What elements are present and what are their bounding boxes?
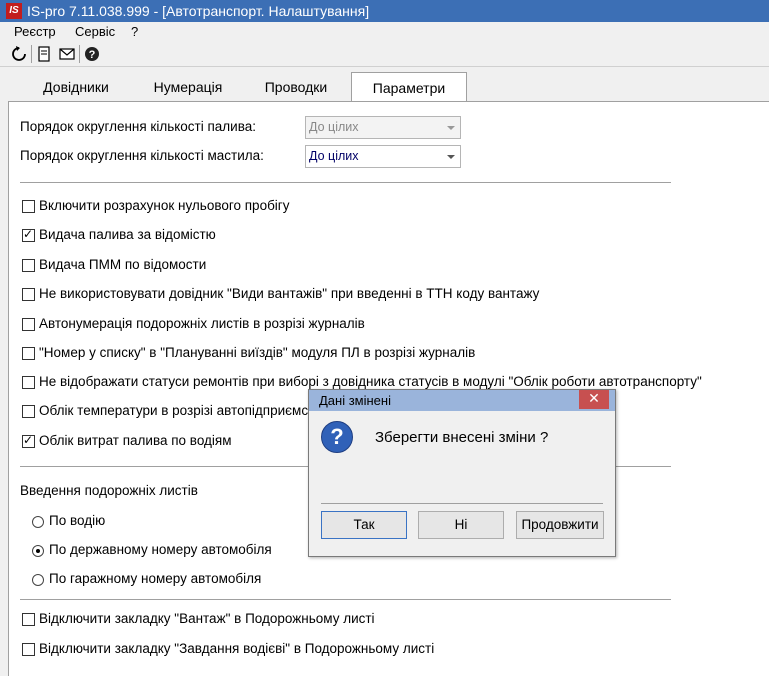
fuel-by-drivers-label: Облік витрат палива по водіям (39, 433, 232, 448)
hide-repair-statuses-label: Не відображати статуси ремонтів при вибо… (39, 374, 702, 389)
radio-by-garage-number[interactable] (32, 574, 44, 586)
radio-by-garage-number-label: По гаражному номеру автомобіля (49, 571, 262, 586)
question-icon: ? (321, 421, 353, 453)
fuel-by-statement-checkbox[interactable]: ✓ (22, 227, 35, 242)
tab-numbering[interactable]: Нумерація (136, 74, 240, 101)
window-title: IS-pro 7.11.038.999 - [Автотранспорт. На… (27, 3, 370, 19)
divider (20, 182, 671, 183)
check-icon: ✓ (23, 433, 34, 447)
radio-by-state-number-label: По державному номеру автомобіля (49, 542, 272, 557)
temperature-accounting-label: Облік температури в розрізі автопідприєм… (39, 403, 322, 418)
fuel-by-statement-label: Видача палива за відомістю (39, 227, 216, 242)
dialog-divider (321, 503, 603, 504)
divider (20, 599, 671, 600)
no-cargo-types-label: Не використовувати довідник "Види вантаж… (39, 286, 540, 301)
continue-button[interactable]: Продовжити (516, 511, 604, 539)
radio-by-driver-label: По водію (49, 513, 106, 528)
waybill-entry-label: Введення подорожніх листів (20, 483, 198, 498)
radio-by-driver[interactable] (32, 516, 44, 528)
refresh-icon[interactable] (10, 45, 28, 63)
temperature-accounting-checkbox[interactable] (22, 405, 35, 418)
auto-numbering-label: Автонумерація подорожніх листів в розріз… (39, 316, 365, 331)
zero-mileage-checkbox[interactable] (22, 200, 35, 213)
pmm-by-statement-label: Видача ПММ по відомости (39, 257, 207, 272)
tab-parameters[interactable]: Параметри (351, 72, 467, 103)
fuel-rounding-label: Порядок округлення кількості палива: (20, 119, 257, 134)
close-icon[interactable]: ✕ (579, 390, 609, 409)
svg-text:?: ? (89, 49, 96, 61)
oil-rounding-value: До цілих (309, 149, 359, 163)
fuel-by-drivers-checkbox[interactable]: ✓ (22, 433, 35, 448)
tab-postings[interactable]: Проводки (246, 74, 346, 101)
zero-mileage-label: Включити розрахунок нульового пробігу (39, 198, 290, 213)
mail-icon[interactable] (58, 45, 76, 63)
toolbar-separator (31, 45, 32, 63)
title-bar: IS IS-pro 7.11.038.999 - [Автотранспорт.… (0, 0, 769, 22)
fuel-rounding-select[interactable]: До цілих (305, 116, 461, 139)
document-icon[interactable] (35, 45, 53, 63)
help-icon[interactable]: ? (83, 45, 101, 63)
oil-rounding-select[interactable]: До цілих (305, 145, 461, 168)
tab-directories[interactable]: Довідники (21, 74, 131, 101)
menu-bar: Реєстр Сервіс ? (0, 22, 769, 42)
disable-driver-task-tab-checkbox[interactable] (22, 643, 35, 656)
dialog-title-bar: Дані змінені ✕ (309, 390, 615, 411)
app-logo-icon: IS (6, 3, 22, 19)
check-icon: ✓ (23, 227, 34, 241)
tab-bar: Довідники Нумерація Проводки Параметри (8, 72, 769, 103)
menu-registry[interactable]: Реєстр (14, 24, 56, 39)
oil-rounding-label: Порядок округлення кількості мастила: (20, 148, 264, 163)
disable-driver-task-tab-label: Відключити закладку "Завдання водієві" в… (39, 641, 435, 656)
radio-by-state-number[interactable] (32, 545, 44, 557)
chevron-down-icon (447, 126, 455, 130)
yes-button[interactable]: Так (321, 511, 407, 539)
dialog-message: Зберегти внесені зміни ? (375, 429, 549, 446)
pmm-by-statement-checkbox[interactable] (22, 259, 35, 272)
no-button[interactable]: Ні (418, 511, 504, 539)
auto-numbering-checkbox[interactable] (22, 318, 35, 331)
hide-repair-statuses-checkbox[interactable] (22, 376, 35, 389)
toolbar: ? (0, 42, 769, 67)
disable-cargo-tab-label: Відключити закладку "Вантаж" в Подорожнь… (39, 611, 375, 626)
radio-dot (36, 549, 40, 553)
dialog-title: Дані змінені (319, 393, 391, 408)
menu-service[interactable]: Сервіс (75, 24, 115, 39)
fuel-rounding-value: До цілих (309, 120, 359, 134)
no-cargo-types-checkbox[interactable] (22, 288, 35, 301)
disable-cargo-tab-checkbox[interactable] (22, 613, 35, 626)
chevron-down-icon (447, 155, 455, 159)
unsaved-changes-dialog: Дані змінені ✕ ? Зберегти внесені зміни … (308, 389, 616, 557)
list-number-checkbox[interactable] (22, 347, 35, 360)
toolbar-separator (79, 45, 80, 63)
list-number-label: "Номер у списку" в "Плануванні виїздів" … (39, 345, 476, 360)
menu-help[interactable]: ? (131, 24, 138, 39)
